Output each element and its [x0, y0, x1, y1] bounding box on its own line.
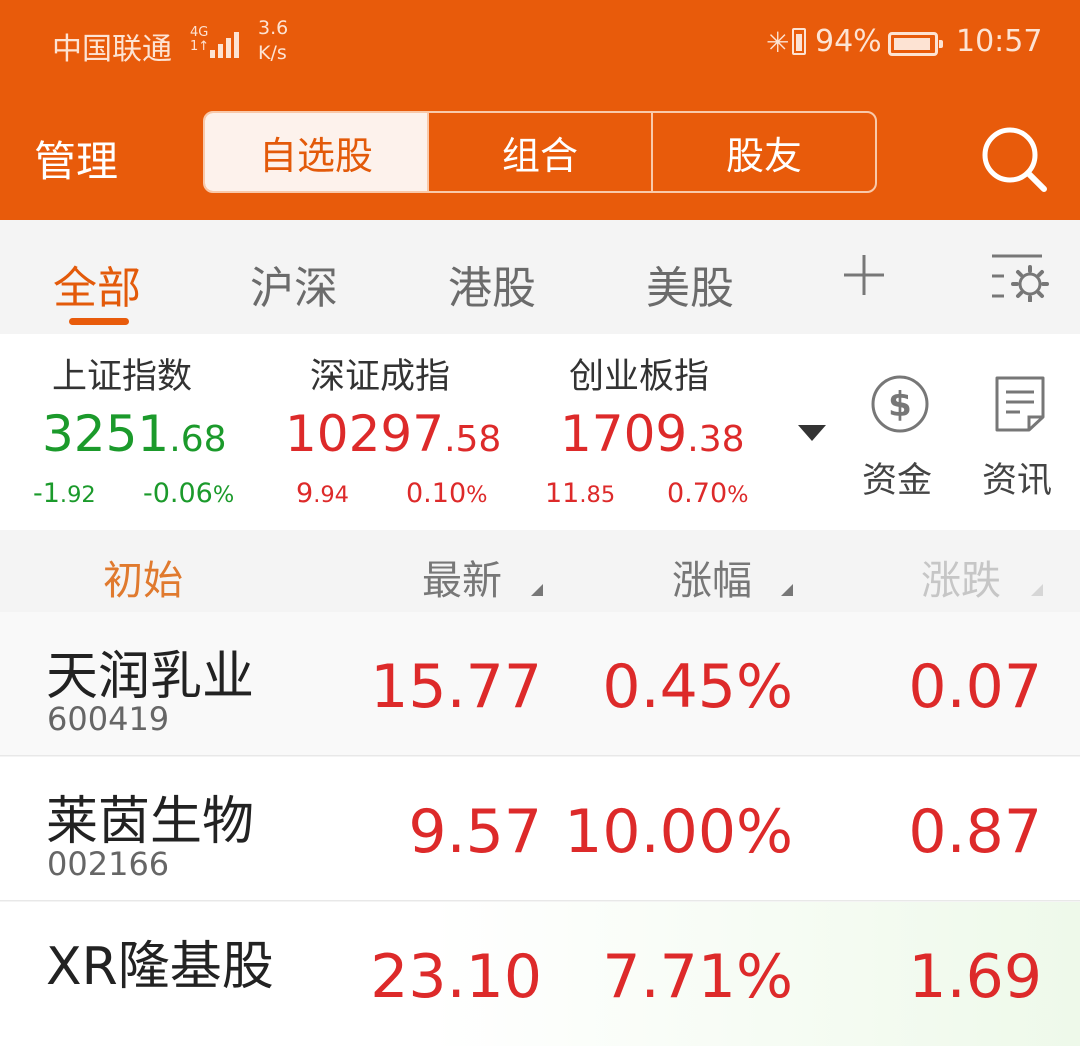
stock-row[interactable]: XR隆基股 23.10 7.71% 1.69 — [0, 902, 1080, 1046]
index-change: 11.85 — [545, 478, 616, 509]
expand-indices-icon[interactable] — [798, 425, 826, 441]
stock-name: 莱茵生物 — [46, 792, 255, 852]
active-tab-indicator — [69, 318, 129, 325]
stock-name: 天润乳业 — [46, 647, 255, 707]
speed-value: 3.6 — [258, 17, 289, 39]
sort-indicator-icon — [531, 584, 543, 596]
status-bar: 中国联通 4G 1↑ 3.6 K/s ✳ 94% 10:57 — [0, 0, 1080, 90]
search-icon[interactable] — [980, 125, 1048, 193]
stock-percent: 0.45% — [602, 652, 793, 722]
tab-us[interactable]: 美股 — [646, 252, 734, 316]
stock-price: 15.77 — [370, 652, 542, 722]
svg-text:$: $ — [888, 385, 912, 425]
index-change: -1.92 — [33, 478, 96, 509]
stock-price: 23.10 — [370, 942, 542, 1012]
network-type-label: 4G — [190, 25, 209, 40]
index-percent: 0.70% — [667, 478, 749, 509]
stock-name: XR隆基股 — [46, 937, 274, 997]
carrier-label: 中国联通 — [52, 32, 172, 67]
network-speed: 3.6 K/s — [258, 16, 288, 66]
stock-code: 002166 — [47, 845, 170, 883]
funds-label[interactable]: 资金 — [862, 452, 932, 503]
stock-percent: 7.71% — [602, 942, 793, 1012]
segment-friends[interactable]: 股友 — [651, 113, 875, 191]
news-doc-icon[interactable] — [994, 375, 1046, 433]
stock-change: 0.87 — [908, 797, 1042, 867]
segment-control: 自选股 组合 股友 — [203, 111, 877, 193]
network-activity-label: 1↑ — [190, 39, 210, 54]
tab-all[interactable]: 全部 — [53, 252, 141, 316]
stock-row[interactable]: 莱茵生物 002166 9.57 10.00% 0.87 — [0, 757, 1080, 901]
sort-change-button[interactable]: 涨跌 — [921, 548, 1001, 606]
battery-percent: 94% — [815, 24, 882, 59]
stock-change: 0.07 — [908, 652, 1042, 722]
headset-battery-icon — [792, 28, 806, 55]
index-name: 创业板指 — [569, 357, 710, 397]
dollar-circle-icon[interactable]: $ — [870, 374, 930, 434]
stock-row[interactable]: 天润乳业 600419 15.77 0.45% 0.07 — [0, 612, 1080, 756]
app-header: 中国联通 4G 1↑ 3.6 K/s ✳ 94% 10:57 管理 自选股 组合… — [0, 0, 1080, 220]
index-name: 上证指数 — [52, 357, 193, 397]
index-change: 9.94 — [296, 478, 349, 509]
sort-indicator-icon — [1031, 584, 1043, 596]
network-type: 4G 1↑ — [190, 26, 209, 54]
sort-default-button[interactable]: 初始 — [103, 548, 183, 606]
index-percent: 0.10% — [406, 478, 488, 509]
stock-change: 1.69 — [908, 942, 1042, 1012]
battery-icon — [888, 32, 943, 56]
signal-icon — [210, 28, 244, 58]
column-header: 初始 最新 涨幅 涨跌 — [0, 530, 1080, 613]
index-value: 1709.38 — [560, 405, 745, 463]
tab-shanghai-shenzhen[interactable]: 沪深 — [250, 252, 338, 316]
index-percent: -0.06% — [143, 478, 235, 509]
sort-percent-button[interactable]: 涨幅 — [672, 548, 752, 606]
stock-price: 9.57 — [408, 797, 542, 867]
add-tab-icon[interactable] — [842, 253, 886, 297]
bluetooth-icon: ✳ — [766, 26, 790, 59]
index-value: 3251.68 — [42, 405, 227, 463]
segment-watchlist[interactable]: 自选股 — [205, 113, 427, 191]
segment-portfolio[interactable]: 组合 — [427, 113, 651, 191]
index-name: 深证成指 — [310, 357, 451, 397]
sort-indicator-icon — [781, 584, 793, 596]
market-tabs: 全部 沪深 港股 美股 — [0, 220, 1080, 334]
stock-percent: 10.00% — [564, 797, 793, 867]
speed-unit: K/s — [258, 42, 287, 64]
manage-button[interactable]: 管理 — [34, 128, 118, 189]
clock: 10:57 — [956, 24, 1043, 59]
stock-code: 600419 — [47, 700, 170, 738]
index-value: 10297.58 — [285, 405, 502, 463]
news-label[interactable]: 资讯 — [982, 452, 1052, 503]
tab-hong-kong[interactable]: 港股 — [448, 252, 536, 316]
list-settings-icon[interactable] — [990, 252, 1052, 302]
sort-price-button[interactable]: 最新 — [422, 548, 502, 606]
